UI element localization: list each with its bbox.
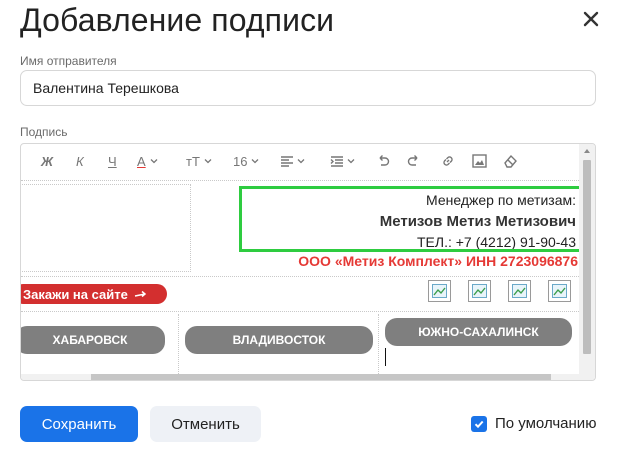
chevron-down-icon bbox=[252, 159, 259, 164]
bold-button[interactable]: Ж bbox=[41, 152, 53, 170]
chevron-down-icon bbox=[347, 159, 355, 164]
font-size-glyph: тТ bbox=[186, 153, 200, 169]
align-left-icon bbox=[281, 156, 293, 167]
undo-button[interactable] bbox=[376, 152, 390, 170]
chevron-down-icon bbox=[150, 159, 158, 164]
broken-image-icon bbox=[432, 284, 447, 298]
clear-format-button[interactable] bbox=[503, 152, 518, 170]
underline-button[interactable]: Ч bbox=[108, 152, 117, 170]
broken-image-icon bbox=[552, 284, 567, 298]
vertical-scroll-thumb[interactable] bbox=[583, 160, 591, 354]
chevron-down-icon bbox=[204, 159, 212, 164]
order-on-site-button[interactable]: Закажи на сайте bbox=[21, 284, 167, 304]
city-khabarovsk[interactable]: ХАБАРОВСК bbox=[21, 326, 165, 354]
text-cursor bbox=[385, 348, 386, 366]
city-vladivostok[interactable]: ВЛАДИВОСТОК bbox=[185, 326, 373, 354]
logo-cell bbox=[21, 184, 191, 272]
font-size-value: 16 bbox=[233, 153, 248, 169]
social-image-placeholder bbox=[468, 280, 491, 302]
company-name: ООО «Метиз Комплект» ИНН 2723096876 bbox=[298, 253, 578, 269]
redo-button[interactable] bbox=[407, 152, 421, 170]
font-size-select[interactable]: 16 bbox=[233, 152, 260, 170]
order-button-label: Закажи на сайте bbox=[23, 286, 128, 302]
clear-format-icon bbox=[504, 154, 517, 168]
indent-icon bbox=[330, 156, 343, 167]
chevron-down-icon bbox=[297, 159, 305, 164]
broken-image-icon bbox=[512, 284, 527, 298]
save-button[interactable]: Сохранить bbox=[20, 406, 138, 442]
table-border bbox=[378, 314, 379, 374]
scroll-up-icon bbox=[584, 149, 590, 153]
highlight-box bbox=[239, 186, 581, 252]
default-toggle[interactable]: По умолчанию bbox=[471, 415, 596, 432]
table-border bbox=[21, 311, 581, 312]
link-button[interactable] bbox=[441, 152, 455, 170]
signature-label: Подпись bbox=[20, 125, 68, 139]
indent-button[interactable] bbox=[330, 152, 356, 170]
dialog-title: Добавление подписи bbox=[20, 2, 335, 38]
editor-toolbar: Ж К Ч A тТ 16 bbox=[21, 144, 581, 178]
arrow-right-icon bbox=[134, 290, 147, 298]
social-image-placeholder bbox=[428, 280, 451, 302]
checkmark-icon bbox=[474, 420, 484, 428]
city-yuzhno-sakhalinsk[interactable]: ЮЖНО-САХАЛИНСК bbox=[385, 318, 572, 346]
table-border bbox=[178, 314, 179, 374]
insert-image-button[interactable] bbox=[472, 152, 487, 170]
close-button[interactable] bbox=[580, 8, 602, 30]
cancel-button[interactable]: Отменить bbox=[150, 406, 261, 442]
image-icon bbox=[472, 154, 487, 168]
social-image-placeholder bbox=[548, 280, 571, 302]
text-color-glyph: A bbox=[137, 153, 146, 169]
undo-icon bbox=[379, 155, 390, 166]
broken-image-icon bbox=[472, 284, 487, 298]
italic-button[interactable]: К bbox=[76, 152, 84, 170]
font-size-button[interactable]: тТ bbox=[186, 152, 213, 170]
text-color-button[interactable]: A bbox=[137, 152, 159, 170]
table-border bbox=[21, 180, 581, 181]
social-image-placeholder bbox=[508, 280, 531, 302]
sender-label: Имя отправителя bbox=[20, 54, 117, 68]
sender-name-input[interactable] bbox=[20, 70, 596, 106]
signature-editor[interactable]: Ж К Ч A тТ 16 Менеджер по метизам: Метиз… bbox=[20, 143, 596, 381]
default-label: По умолчанию bbox=[495, 415, 597, 432]
horizontal-scroll-thumb[interactable] bbox=[91, 374, 551, 380]
align-button[interactable] bbox=[280, 152, 306, 170]
link-icon bbox=[443, 156, 453, 166]
redo-icon bbox=[407, 155, 418, 166]
close-icon bbox=[583, 11, 599, 27]
vertical-scrollbar[interactable] bbox=[579, 144, 595, 380]
horizontal-scrollbar[interactable] bbox=[21, 374, 581, 380]
table-border bbox=[21, 276, 581, 277]
default-checkbox[interactable] bbox=[471, 415, 487, 432]
signature-content[interactable]: Менеджер по метизам: Метизов Метиз Метиз… bbox=[21, 180, 581, 376]
